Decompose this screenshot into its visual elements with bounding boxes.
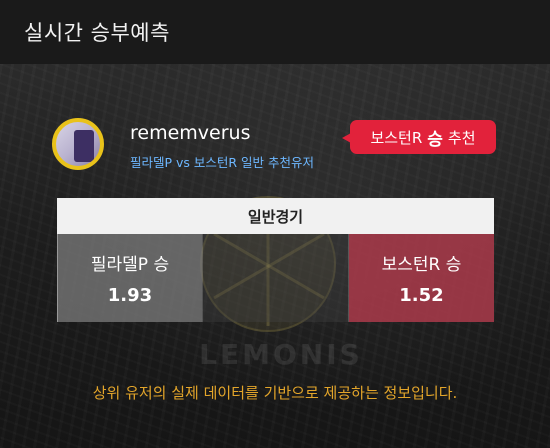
avatar-image <box>74 130 94 162</box>
away-win-option[interactable]: 보스턴R 승 1.52 <box>349 234 494 322</box>
match-description: 필라델P vs 보스턴R 일반 추천유저 <box>130 155 315 170</box>
away-win-odds: 1.52 <box>399 285 444 306</box>
home-win-option[interactable]: 필라델P 승 1.93 <box>57 234 202 322</box>
recommended-team: 보스턴R <box>370 128 423 147</box>
home-win-label: 필라델P 승 <box>90 255 170 275</box>
header-bar: 실시간 승부예측 <box>0 0 550 64</box>
draw-option-empty <box>202 234 349 322</box>
prediction-panel: LEMONIS rememverus 필라델P vs 보스턴R 일반 추천유저 … <box>0 64 550 448</box>
avatar[interactable] <box>52 118 104 170</box>
odds-board: 일반경기 필라델P 승 1.93 보스턴R 승 1.52 <box>57 198 494 322</box>
lemonis-watermark: LEMONIS <box>199 338 363 371</box>
away-win-label: 보스턴R 승 <box>381 255 462 275</box>
recommended-result: 승 <box>427 129 443 150</box>
recommendation-suffix: 추천 <box>447 128 476 147</box>
username[interactable]: rememverus <box>130 122 250 144</box>
home-win-odds: 1.93 <box>107 285 153 306</box>
data-source-note: 상위 유저의 실제 데이터를 기반으로 제공하는 정보입니다. <box>92 384 458 402</box>
game-type-label: 일반경기 <box>57 198 494 234</box>
page-title: 실시간 승부예측 <box>24 21 170 45</box>
recommendation-badge: 보스턴R 승 추천 <box>342 120 496 154</box>
